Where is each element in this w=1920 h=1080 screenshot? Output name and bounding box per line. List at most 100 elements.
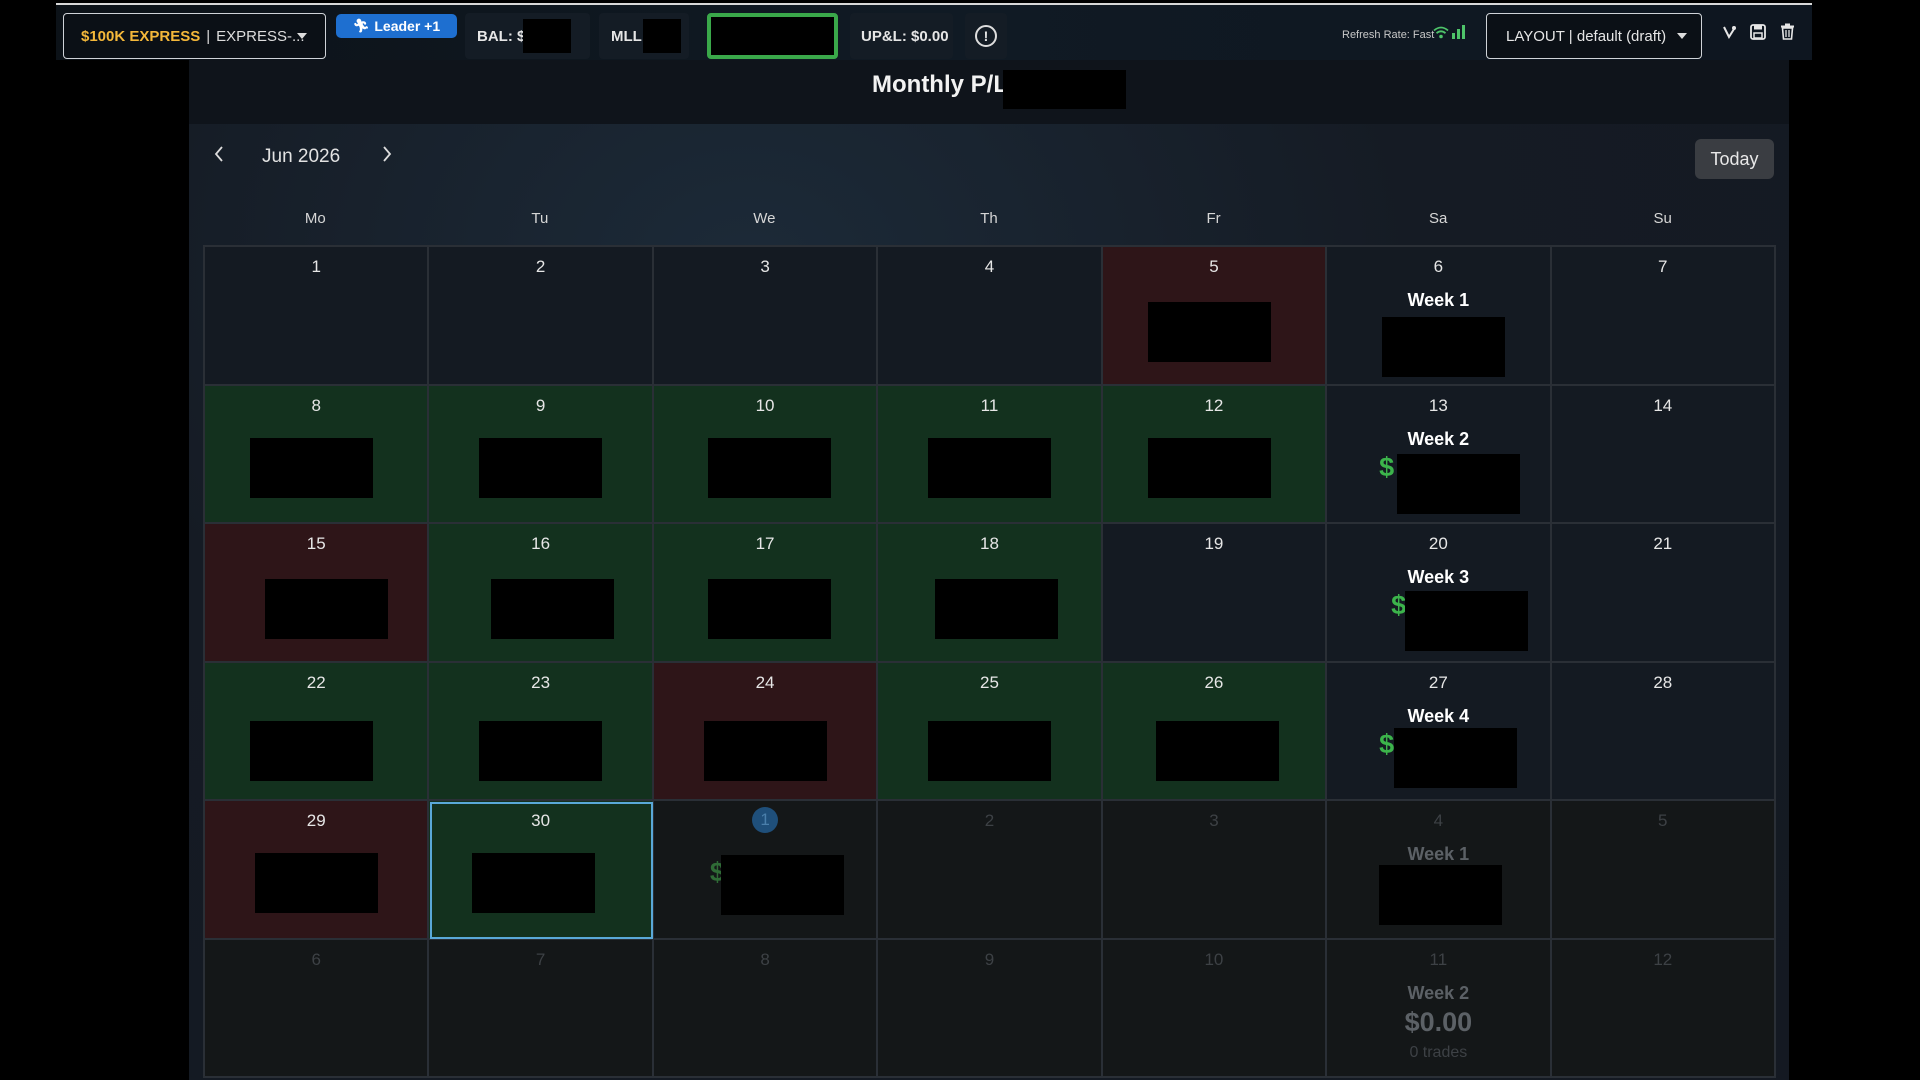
calendar-day-cell[interactable]: 15 [205, 524, 430, 663]
calendar-day-cell[interactable]: 25 [878, 662, 1103, 801]
calendar-day-cell[interactable]: 5 [1102, 247, 1328, 386]
pnl-redaction [472, 853, 596, 913]
leader-badge[interactable]: 🏃︎ Leader +1 [336, 14, 457, 38]
alert-button[interactable]: ! [965, 13, 1007, 59]
day-number: 15 [306, 534, 326, 553]
calendar-day-cell[interactable]: 8 [653, 939, 879, 1078]
pnl-display [707, 13, 838, 59]
upl-label: UP&L: $0.00 [861, 27, 949, 45]
day-number: 28 [1653, 672, 1673, 692]
today-marker: 1 [752, 807, 779, 833]
calendar-day-cell[interactable]: 12 [1102, 385, 1328, 524]
pnl-redaction [703, 720, 827, 781]
pnl-redaction [1382, 317, 1506, 377]
calendar-day-cell[interactable]: 13 Week 2 $ [1327, 385, 1552, 524]
calendar-day-cell[interactable]: 29 [205, 801, 430, 940]
chevron-down-icon [297, 33, 307, 39]
calendar-day-cell[interactable]: 21 [1551, 524, 1776, 663]
calendar-day-cell[interactable]: 5 [1551, 801, 1776, 940]
calendar-day-cell[interactable]: 28 [1551, 662, 1776, 801]
calendar-day-cell[interactable]: 12 [1551, 939, 1776, 1078]
week-summary-label: Week 4 [1407, 705, 1470, 726]
day-number: 12 [1204, 395, 1224, 415]
calendar-day-cell[interactable]: 18 [878, 524, 1103, 663]
pnl-dollar-sign: $ [1391, 590, 1407, 620]
top-toolbar: $100K EXPRESS | EXPRESS-... 🏃︎ Leader +1… [56, 3, 1812, 60]
mll-redaction [643, 19, 681, 53]
calendar-day-cell[interactable]: 1 $ [653, 801, 879, 940]
next-month-button[interactable] [381, 144, 397, 166]
pnl-dollar-sign: $ [1379, 451, 1395, 482]
calendar-day-cell[interactable]: 14 [1551, 385, 1776, 524]
day-number: 10 [755, 395, 775, 415]
calendar-day-cell[interactable]: 24 [653, 662, 879, 801]
signal-icon [1452, 25, 1465, 39]
pnl-redaction [250, 720, 373, 781]
pnl-redaction [1147, 302, 1271, 362]
calendar-day-cell[interactable]: 8 [205, 385, 430, 524]
account-type: EXPRESS-... [216, 27, 305, 45]
weekday-label: Tu [531, 210, 549, 227]
calendar-day-cell[interactable]: 23 [429, 662, 654, 801]
calendar-day-cell[interactable]: 16 [429, 524, 654, 663]
reset-layout-icon[interactable] [1719, 23, 1739, 45]
account-separator: | [206, 27, 211, 45]
layout-select[interactable]: LAYOUT | default (draft) [1486, 13, 1702, 59]
calendar-day-cell[interactable]: 26 [1102, 662, 1328, 801]
day-number: 9 [535, 395, 546, 415]
day-number: 21 [1653, 534, 1673, 553]
mll-display: MLL: [599, 13, 689, 59]
calendar-day-cell[interactable]: 4 Week 1 [1327, 801, 1552, 940]
week-pnl-amount: $0.00 [1404, 1006, 1473, 1037]
day-number: 14 [1653, 395, 1673, 415]
runner-icon: 🏃︎ [352, 18, 370, 33]
pnl-redaction [265, 579, 388, 639]
trash-icon[interactable] [1777, 23, 1797, 45]
pnl-redaction [479, 720, 603, 781]
leader-label: Leader +1 [374, 18, 441, 34]
calendar-day-cell[interactable]: 11 [878, 385, 1103, 524]
save-icon[interactable] [1748, 23, 1768, 45]
calendar-day-cell[interactable]: 2 [878, 801, 1103, 940]
pnl-redaction [1147, 437, 1271, 498]
calendar-day-cell[interactable]: 1 [205, 247, 430, 386]
calendar-day-cell[interactable]: 7 [1551, 247, 1776, 386]
pnl-redaction [255, 853, 378, 913]
account-select[interactable]: $100K EXPRESS | EXPRESS-... [63, 13, 326, 59]
calendar-day-cell[interactable]: 19 [1102, 524, 1328, 663]
calendar-day-cell[interactable]: 11 Week 2 $0.00 0 trades [1327, 939, 1552, 1078]
calendar-day-cell[interactable]: 4 [878, 247, 1103, 386]
day-number: 20 [1428, 534, 1448, 553]
calendar-day-cell[interactable]: 10 [653, 385, 879, 524]
calendar-day-cell[interactable]: 22 [205, 662, 430, 801]
day-number: 1 [311, 257, 321, 276]
calendar-day-cell[interactable]: 3 [653, 247, 879, 386]
calendar-day-cell[interactable]: 9 [429, 385, 654, 524]
pnl-redaction [1405, 591, 1529, 651]
week-summary-label: Week 2 [1407, 428, 1470, 449]
calendar-day-cell[interactable]: 7 [429, 939, 654, 1078]
calendar-day-cell[interactable]: 17 [653, 524, 879, 663]
prev-month-button[interactable] [213, 144, 229, 166]
balance-label: BAL: $ [477, 27, 526, 45]
pnl-redaction [1397, 453, 1521, 514]
monthly-pl-label: Monthly P/L: [872, 71, 1016, 98]
calendar-day-cell[interactable]: 6 [205, 939, 430, 1078]
day-number: 4 [984, 257, 995, 276]
today-button[interactable]: Today [1695, 139, 1774, 179]
day-number: 29 [306, 811, 326, 830]
pnl-redaction [707, 579, 831, 639]
calendar-day-cell[interactable]: 6 Week 1 [1327, 247, 1552, 386]
calendar-day-cell[interactable]: 20 Week 3 $ [1327, 524, 1552, 663]
weekday-label: Mo [304, 210, 326, 227]
calendar-day-cell[interactable]: 10 [1102, 939, 1328, 1078]
calendar-day-cell[interactable]: 27 Week 4 $ [1327, 662, 1552, 801]
day-number: 7 [535, 949, 546, 969]
monthly-pl-redaction [1003, 70, 1126, 109]
calendar-day-cell[interactable]: 2 [429, 247, 654, 386]
day-number: 13 [1428, 395, 1448, 415]
calendar-day-cell[interactable]: 9 [878, 939, 1103, 1078]
calendar-day-cell[interactable]: 30 [429, 801, 654, 940]
calendar-day-cell[interactable]: 3 [1102, 801, 1328, 940]
upl-display: UP&L: $0.00 [850, 13, 953, 59]
